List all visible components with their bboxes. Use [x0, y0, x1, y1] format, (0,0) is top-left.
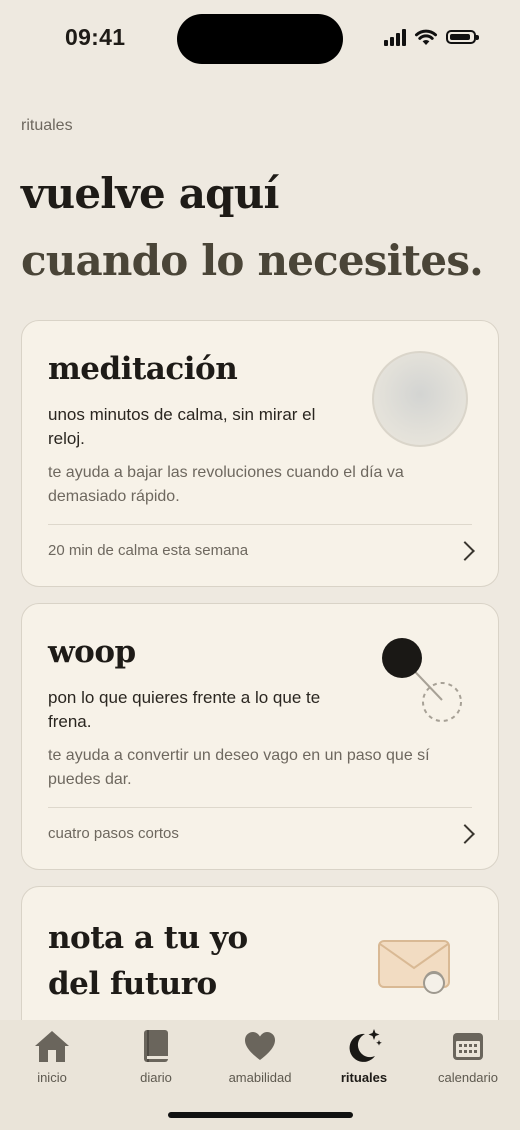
home-icon: [35, 1031, 69, 1062]
tab-label: inicio: [37, 1070, 67, 1085]
tab-label: amabilidad: [228, 1070, 292, 1085]
card-title-line-2: del futuro: [48, 966, 217, 1002]
tab-label: rituales: [340, 1070, 388, 1085]
wifi-icon: [415, 29, 437, 45]
calm-orb-icon: [372, 351, 468, 447]
card-subtitle: unos minutos de calma, sin mirar el relo…: [48, 405, 316, 448]
card-title-line-1: nota a tu yo: [48, 920, 248, 956]
chevron-right-icon: [455, 824, 475, 844]
card-description: te ayuda a bajar las revoluciones cuando…: [48, 464, 404, 505]
card-subtitle: pon lo que quieres frente a lo que te fr…: [48, 688, 321, 731]
tab-label: calendario: [438, 1070, 498, 1085]
moon-stars-icon: [349, 1029, 382, 1062]
book-icon: [144, 1030, 168, 1062]
page-title: vuelve aquí cuando lo necesites.: [21, 160, 484, 294]
tab-amabilidad[interactable]: amabilidad: [208, 1028, 312, 1085]
dynamic-island: [177, 14, 343, 64]
calendar-icon: [453, 1033, 483, 1060]
woop-card[interactable]: woop pon lo que quieres frente a lo que …: [21, 603, 499, 870]
meditation-card[interactable]: meditación unos minutos de calma, sin mi…: [21, 320, 499, 587]
wish-obstacle-icon: [382, 638, 462, 722]
card-description: te ayuda a convertir un deseo vago en un…: [48, 747, 430, 788]
chevron-right-icon: [455, 541, 475, 561]
status-icons: [384, 28, 479, 46]
card-title: meditación: [48, 351, 238, 387]
card-title: woop: [48, 634, 136, 670]
heart-icon: [245, 1032, 275, 1060]
home-indicator[interactable]: [168, 1112, 353, 1118]
card-divider: [48, 807, 472, 808]
cellular-signal-icon: [384, 28, 406, 46]
page-title-line-2: cuando lo necesites.: [21, 236, 484, 285]
sealed-envelope-icon: [378, 940, 450, 994]
status-bar: 09:41: [0, 0, 520, 78]
tab-calendario[interactable]: calendario: [416, 1028, 520, 1085]
tab-inicio[interactable]: inicio: [0, 1028, 104, 1085]
tab-label: diario: [140, 1070, 172, 1085]
tab-rituales[interactable]: rituales: [312, 1028, 416, 1085]
page-title-line-1: vuelve aquí: [21, 169, 279, 218]
card-footer: cuatro pasos cortos: [48, 825, 179, 842]
card-footer: 20 min de calma esta semana: [48, 542, 249, 559]
tab-diario[interactable]: diario: [104, 1028, 208, 1085]
status-time: 09:41: [65, 24, 126, 50]
card-divider: [48, 524, 472, 525]
section-kicker: rituales: [21, 117, 73, 134]
battery-icon: [446, 30, 479, 44]
card-title: nota a tu yo del futuro: [48, 915, 248, 1007]
